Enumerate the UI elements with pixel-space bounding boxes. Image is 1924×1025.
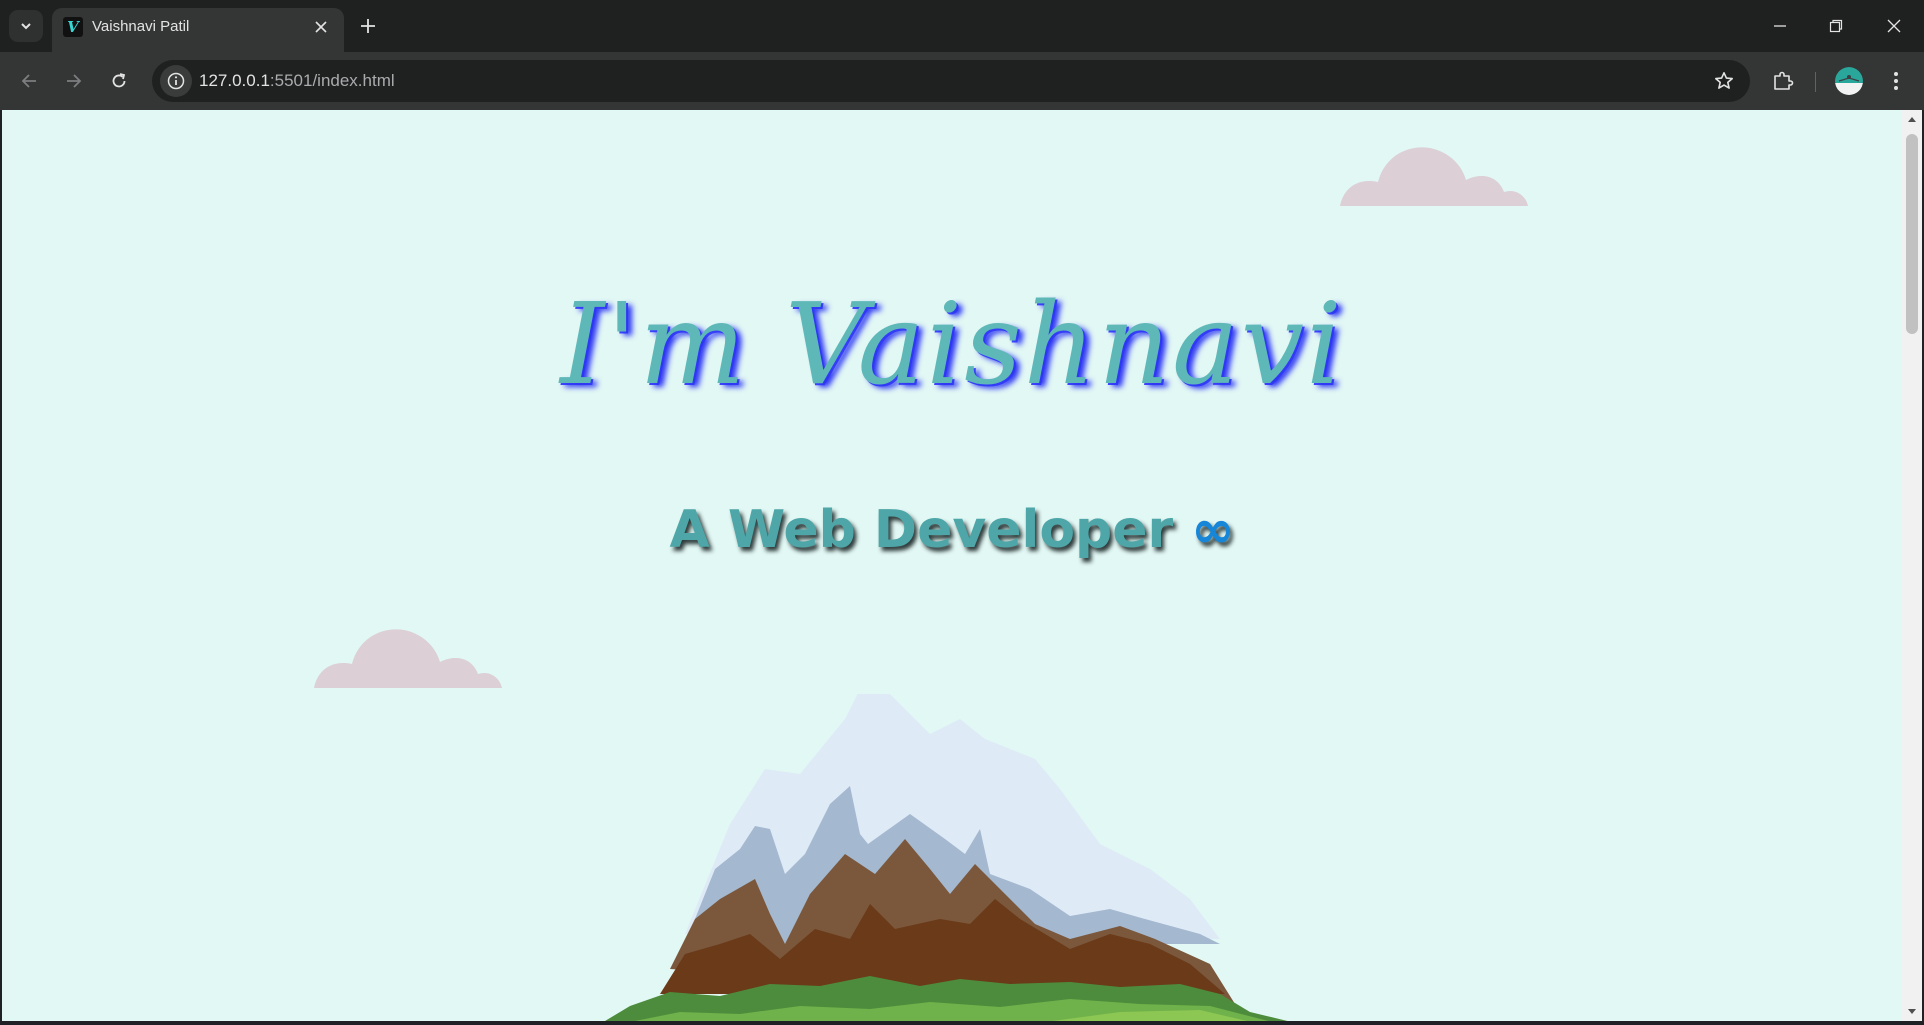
chevron-down-icon (21, 23, 31, 30)
address-bar[interactable]: 127.0.0.1:5501/index.html (152, 60, 1750, 102)
scrollbar-thumb[interactable] (1906, 134, 1918, 334)
vertical-scrollbar[interactable] (1902, 110, 1922, 1021)
triangle-down-icon (1908, 1009, 1916, 1014)
favicon-icon: V (63, 17, 83, 37)
url-path: :5501/index.html (269, 71, 395, 90)
new-tab-button[interactable] (354, 12, 382, 40)
toolbar-divider (1815, 72, 1816, 92)
cloud-left (314, 629, 502, 688)
url-host: 127.0.0.1 (199, 71, 270, 90)
restore-icon (1829, 19, 1843, 33)
hero-subheading: A Web Developer ∞ (2, 495, 1902, 565)
browser-tab[interactable]: V Vaishnavi Patil (52, 8, 344, 52)
star-icon (1715, 72, 1733, 89)
profile-button[interactable] (1835, 67, 1863, 95)
tab-strip: V Vaishnavi Patil (0, 0, 1924, 52)
close-icon (315, 21, 327, 33)
kebab-menu-icon (1894, 72, 1898, 90)
avatar-icon (1835, 67, 1863, 95)
reload-icon (112, 73, 126, 88)
forward-button[interactable] (56, 63, 92, 99)
info-icon (167, 72, 185, 90)
tab-title: Vaishnavi Patil (92, 18, 190, 35)
hero-headline: I'm Vaishnavi (560, 280, 1344, 410)
plus-icon (361, 19, 375, 33)
infinity-icon: ∞ (1191, 500, 1235, 560)
browser-menu-button[interactable] (1880, 64, 1912, 98)
extensions-button[interactable] (1766, 64, 1800, 98)
scroll-down-button[interactable] (1902, 1003, 1922, 1021)
browser-toolbar: 127.0.0.1:5501/index.html (0, 52, 1924, 110)
subheading-text: A Web Developer (669, 500, 1174, 560)
arrow-right-icon (67, 74, 82, 88)
mountain-illustration (605, 694, 1288, 1021)
back-button[interactable] (11, 63, 47, 99)
puzzle-icon (1774, 71, 1794, 90)
close-window-button[interactable] (1874, 8, 1914, 44)
arrow-left-icon (21, 74, 36, 88)
site-info-button[interactable] (160, 65, 192, 97)
restore-button[interactable] (1816, 8, 1856, 44)
reload-button[interactable] (101, 63, 137, 99)
close-icon (1887, 19, 1901, 33)
cloud-top-right (1340, 147, 1528, 206)
tab-search-button[interactable] (9, 10, 43, 42)
window-bottom-edge (0, 1021, 1924, 1025)
scroll-up-button[interactable] (1902, 110, 1922, 128)
tab-close-button[interactable] (310, 16, 332, 38)
page-viewport: I'm Vaishnavi A Web Developer ∞ (2, 110, 1922, 1021)
minimize-button[interactable] (1760, 8, 1800, 44)
bookmark-button[interactable] (1710, 67, 1738, 95)
minimize-icon (1774, 25, 1786, 27)
triangle-up-icon (1908, 117, 1916, 122)
url-text[interactable]: 127.0.0.1:5501/index.html (199, 70, 395, 92)
